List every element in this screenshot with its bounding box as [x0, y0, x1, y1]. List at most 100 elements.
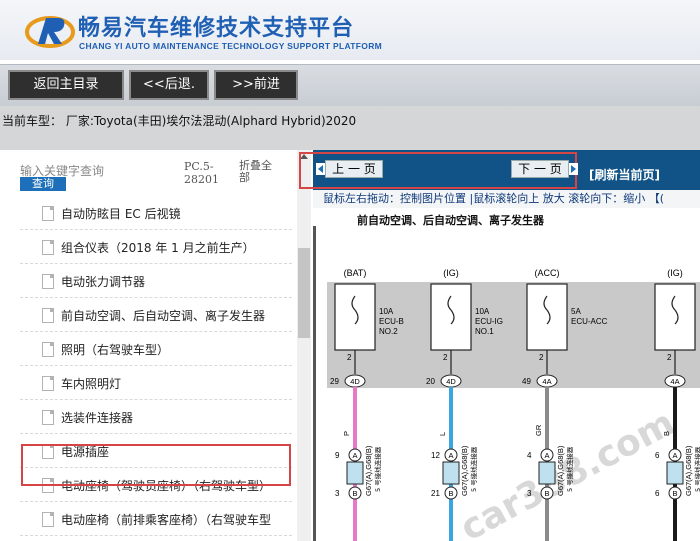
tree-item[interactable]: 车内照明灯 [20, 366, 292, 400]
search-button[interactable]: 查询 [20, 177, 66, 191]
fuse-pin: 2 [443, 353, 448, 362]
connector-b-pin: 3 [527, 489, 532, 498]
app-header: 畅易汽车维修技术支持平台 CHANG YI AUTO MAINTENANCE T… [0, 0, 700, 60]
tree-item-label: 照明（右驾驶车型） [61, 343, 170, 357]
connector-body [538, 461, 556, 485]
tree-item[interactable]: 组合仪表（2018 年 1 月之前生产） [20, 230, 292, 264]
app-title: 畅易汽车维修技术支持平台 [78, 16, 355, 41]
connector-a-label: A [544, 451, 549, 460]
document-icon [42, 206, 54, 221]
document-icon [42, 342, 54, 357]
junction-connector-label: 4D [446, 377, 456, 386]
fuse-supply: (IG) [443, 268, 459, 278]
wire-color-code: L [438, 432, 447, 436]
document-icon [42, 274, 54, 289]
wire-color-code: GR [534, 424, 543, 436]
connector-b-label: B [672, 489, 677, 498]
fuse-box [654, 283, 696, 351]
next-arrow-icon[interactable] [569, 163, 578, 175]
junction-pin: 49 [522, 377, 531, 386]
collapse-all-link[interactable]: 折叠全部 [239, 160, 279, 184]
next-page-button[interactable]: 下 一 页 [511, 160, 569, 178]
fuse-box [526, 283, 568, 351]
right-panel: 上 一 页 下 一 页 [刷新当前页] 鼠标左右拖动：控制图片位置 |鼠标滚轮向… [299, 150, 700, 541]
forward-button[interactable]: >>前进 [214, 70, 298, 100]
connector-body [346, 461, 364, 485]
refresh-page-link[interactable]: [刷新当前页] [589, 166, 660, 183]
left-scrollbar[interactable] [297, 150, 311, 541]
fuse-name: ECU-ACC [571, 317, 608, 326]
page-nav-bar: 上 一 页 下 一 页 [刷新当前页] [299, 150, 700, 190]
wire-color-code: P [342, 431, 351, 436]
home-button[interactable]: 返回主目录 [8, 70, 124, 100]
junction-pin: 20 [426, 377, 435, 386]
connector-desc: 5 号接线连接器 [469, 446, 478, 492]
panel-edge [313, 226, 316, 541]
fuse-supply: (IG) [667, 268, 683, 278]
tree-item[interactable]: 自动防眩目 EC 后视镜 [20, 196, 292, 230]
connector-b-label: B [448, 489, 453, 498]
fuse-supply: (BAT) [344, 268, 367, 278]
document-icon [42, 240, 54, 255]
usage-hint: 鼠标左右拖动：控制图片位置 |鼠标滚轮向上 放大 滚轮向下：缩小 【( [313, 190, 700, 208]
connector-code: G67(A),G68(B) [684, 445, 693, 496]
document-icon [42, 376, 54, 391]
connector-a-pin: 4 [527, 451, 532, 460]
document-icon [42, 410, 54, 425]
connector-code: G67(A),G68(B) [460, 445, 469, 496]
connector-b-pin: 6 [655, 489, 660, 498]
tree-item-label: 选装件连接器 [61, 411, 134, 425]
pc-code: PC.5-28201 [184, 160, 219, 186]
connector-a-pin: 9 [335, 451, 340, 460]
fuse-box [334, 283, 376, 351]
scroll-thumb[interactable] [298, 248, 310, 338]
wire-color-code: B [662, 431, 671, 436]
connector-b-label: B [352, 489, 357, 498]
connector-b-pin: 3 [335, 489, 340, 498]
connector-code: G67(A),G68(B) [556, 445, 565, 496]
tree-item-label: 组合仪表（2018 年 1 月之前生产） [61, 241, 255, 255]
fuse-name: ECU-B [379, 317, 404, 326]
fuse-name: ECU-IG [475, 317, 503, 326]
junction-connector-label: 4D [350, 377, 360, 386]
tree-item-label: 电动张力调节器 [61, 275, 146, 289]
connector-body [442, 461, 460, 485]
tree-item[interactable]: 电动座椅（前排乘客座椅）（右驾驶车型 [20, 502, 292, 536]
fuse-pin: 2 [539, 353, 544, 362]
current-model: 当前车型： 厂家:Toyota(丰田)埃尔法混动(Alphard Hybrid)… [2, 114, 357, 128]
connector-b-pin: 21 [431, 489, 440, 498]
connector-body [666, 461, 684, 485]
logo-icon [25, 16, 75, 48]
fuse-rating: 10A [379, 307, 394, 316]
tree-item[interactable]: 前自动空调、后自动空调、离子发生器 [20, 298, 292, 332]
connector-a-label: A [672, 451, 677, 460]
fuse-name: NO.1 [475, 327, 494, 336]
prev-page-button[interactable]: 上 一 页 [325, 160, 383, 178]
connector-desc: 5 号接线连接器 [693, 446, 700, 492]
fuse-pin: 2 [347, 353, 352, 362]
tree-item[interactable]: 电动张力调节器 [20, 264, 292, 298]
fuse-pin: 2 [667, 353, 672, 362]
connector-desc: 5 号接线连接器 [373, 446, 382, 492]
fuse-rating: 5A [571, 307, 581, 316]
connector-a-pin: 12 [431, 451, 440, 460]
connector-desc: 5 号接线连接器 [565, 446, 574, 492]
fuse-name: NO.2 [379, 327, 398, 336]
connector-b-label: B [544, 489, 549, 498]
tree-item[interactable]: 选装件连接器 [20, 400, 292, 434]
tree-item-label: 电动座椅（前排乘客座椅）（右驾驶车型 [61, 513, 272, 527]
connector-code: G67(A),G68(B) [364, 445, 373, 496]
fuse-supply: (ACC) [535, 268, 560, 278]
wiring-diagram[interactable]: car388.com(BAT)10AECU-BNO.224D29PA9B3 G67… [313, 226, 700, 541]
connector-a-label: A [352, 451, 357, 460]
tree-item-label: 前自动空调、后自动空调、离子发生器 [61, 309, 266, 323]
tree-item[interactable]: 照明（右驾驶车型） [20, 332, 292, 366]
junction-pin: 29 [330, 377, 339, 386]
prev-arrow-icon[interactable] [316, 163, 325, 175]
junction-connector-label: 4A [670, 377, 679, 386]
left-panel: 输入关键字查询 查询 PC.5-28201 折叠全部 自动防眩目 EC 后视镜组… [0, 150, 313, 541]
fuse-box [430, 283, 472, 351]
fuse-rating: 10A [475, 307, 490, 316]
back-button[interactable]: <<后退. [129, 70, 209, 100]
junction-connector-label: 4A [542, 377, 551, 386]
